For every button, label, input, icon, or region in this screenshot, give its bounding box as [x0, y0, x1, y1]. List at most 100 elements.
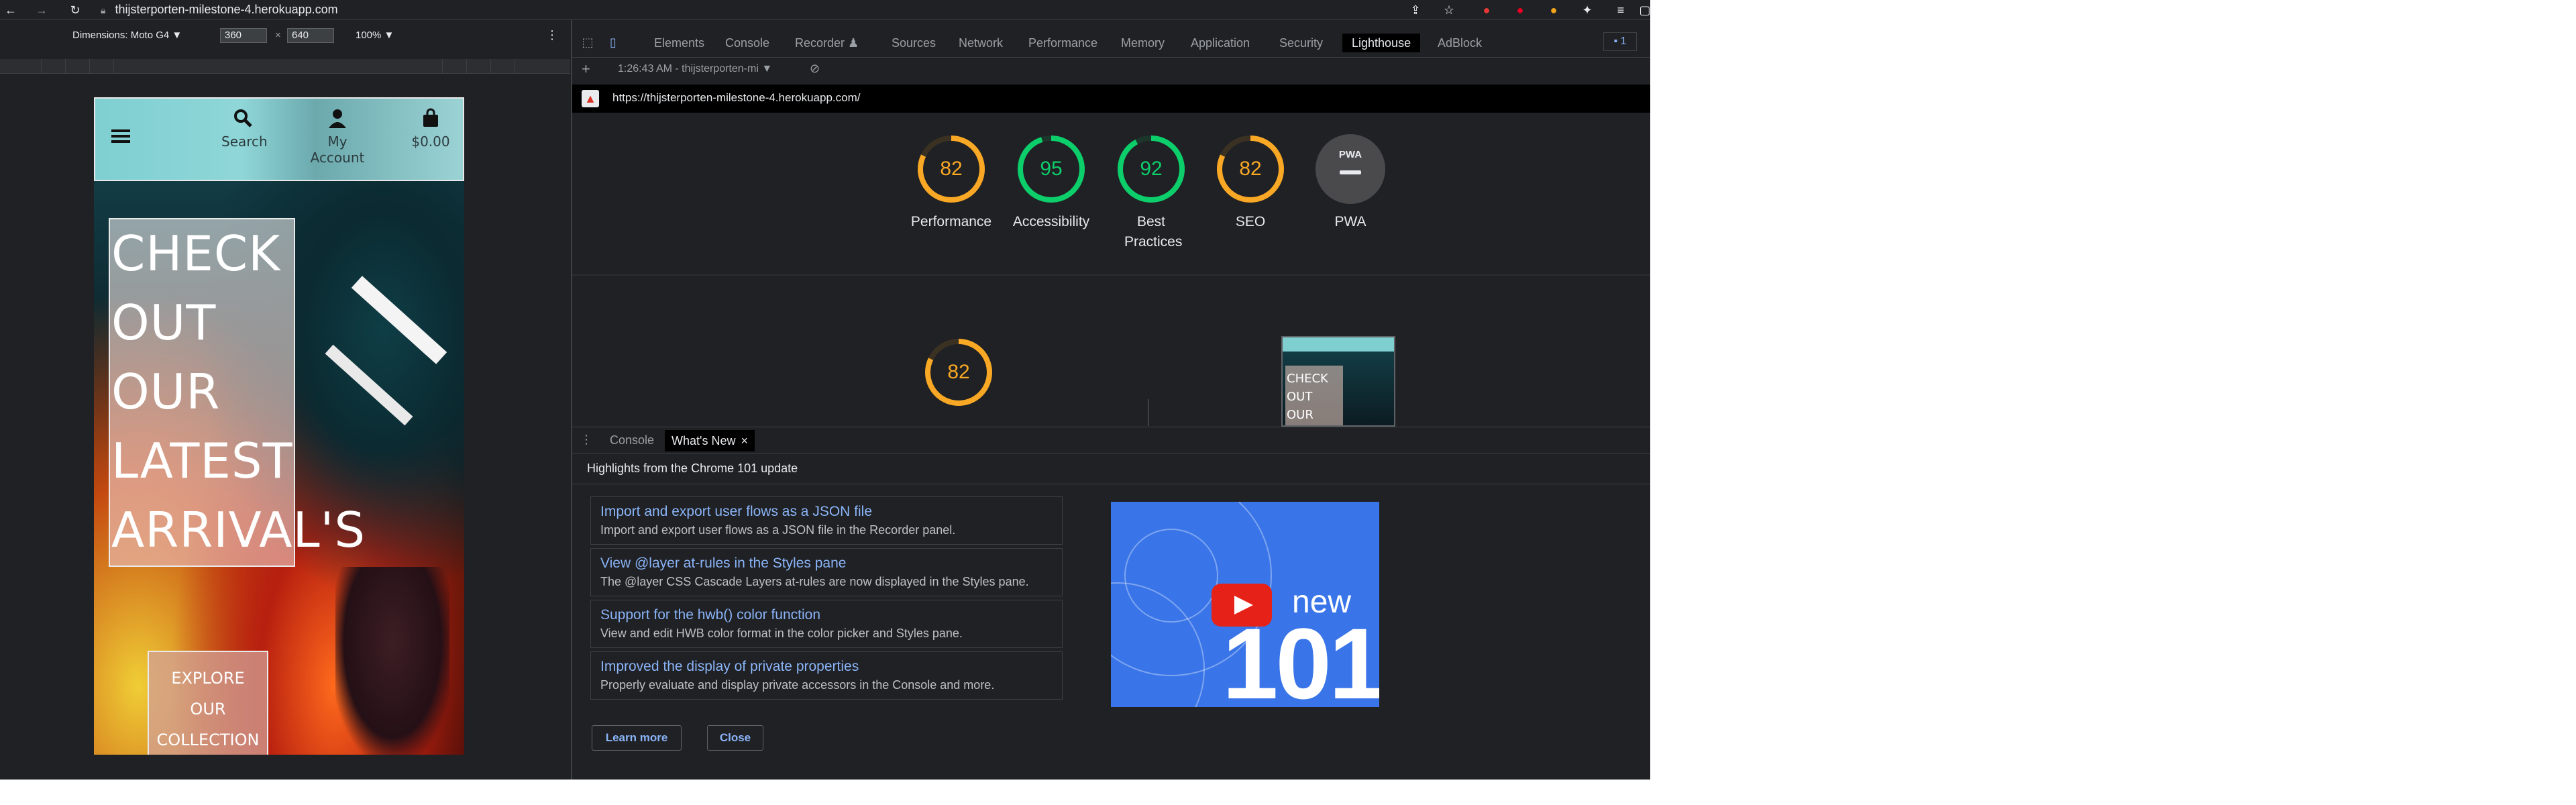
gauge-label: SEO	[1235, 214, 1266, 229]
drawer-tab-console[interactable]: Console	[610, 433, 654, 447]
inspect-element-icon[interactable]: ⬚	[579, 34, 596, 51]
account-link[interactable]: My Account	[301, 108, 374, 166]
chat-icon: ▪	[1613, 36, 1621, 47]
gauge-value: 82	[1239, 158, 1262, 180]
gauge-ring: 95	[1016, 134, 1086, 204]
feature-card[interactable]: Import and export user flows as a JSON f…	[590, 496, 1063, 545]
feature-desc: View and edit HWB color format in the co…	[600, 627, 963, 640]
feature-title[interactable]: Import and export user flows as a JSON f…	[600, 502, 1053, 521]
device-toolbar: Dimensions: Moto G4 ▼ 360 × 640 100% ▼ ⋮	[0, 27, 570, 44]
close-button[interactable]: Close	[707, 725, 763, 751]
feature-title[interactable]: View @layer at-rules in the Styles pane	[600, 554, 1053, 573]
gauge-value: 82	[940, 158, 963, 180]
gauge-seo[interactable]: 82 SEO	[1207, 134, 1294, 232]
whats-new-video[interactable]: new 101	[1111, 502, 1379, 707]
tab-console[interactable]: Console	[725, 34, 769, 52]
new-report-icon[interactable]: +	[582, 60, 590, 78]
hero-line: CHECK	[111, 225, 281, 282]
window-icon[interactable]: ▢	[1637, 2, 1650, 18]
gauge-label: PWA	[1334, 214, 1366, 229]
feature-title[interactable]: Support for the hwb() color function	[600, 606, 1053, 625]
tab-memory[interactable]: Memory	[1121, 34, 1165, 52]
cart-link[interactable]: $0.00	[411, 108, 451, 150]
tab-security[interactable]: Security	[1279, 34, 1323, 52]
puzzle-icon[interactable]: ✦	[1579, 2, 1595, 18]
hero-line: ARRIVAL'S	[111, 502, 366, 558]
device-toggle-icon[interactable]: ▯	[604, 34, 622, 51]
extension-icon[interactable]: ●	[1479, 2, 1495, 18]
close-tab-icon[interactable]: ×	[741, 434, 748, 447]
feature-desc: Properly evaluate and display private ac…	[600, 678, 995, 692]
detail-gauge[interactable]: 82	[924, 337, 994, 407]
gauge-performance[interactable]: 82 Performance	[908, 134, 995, 232]
zoom-select[interactable]: 100% ▼	[356, 30, 394, 41]
back-icon[interactable]: ←	[3, 2, 19, 18]
drawer-tab-whats-new[interactable]: What's New ×	[665, 430, 755, 451]
gauge-label: Accessibility	[1012, 214, 1090, 229]
tab-performance[interactable]: Performance	[1028, 34, 1097, 52]
hero-line: LATEST	[111, 433, 293, 489]
whats-new-heading: Highlights from the Chrome 101 update	[572, 453, 1650, 484]
drawer-menu-icon[interactable]: ⋮	[580, 433, 592, 447]
grammarly-icon[interactable]: ●	[1546, 2, 1562, 18]
gauge-pwa[interactable]: PWA PWA	[1307, 134, 1394, 232]
times-sign: ×	[275, 30, 281, 41]
cta-line: COLLECTION	[156, 731, 260, 749]
feature-card[interactable]: Support for the hwb() color function Vie…	[590, 600, 1063, 648]
feature-card[interactable]: Improved the display of private properti…	[590, 651, 1063, 700]
tab-network[interactable]: Network	[959, 34, 1003, 52]
thumb-line: CHECK	[1287, 372, 1328, 386]
height-input[interactable]: 640	[287, 28, 334, 43]
thumb-line: OUR	[1287, 408, 1313, 422]
pwa-dash	[1340, 170, 1361, 174]
tab-application[interactable]: Application	[1191, 34, 1250, 52]
pinterest-icon[interactable]: ●	[1512, 2, 1528, 18]
feature-title[interactable]: Improved the display of private properti…	[600, 657, 1053, 676]
explore-collection-button[interactable]: EXPLORE OUR COLLECTION	[148, 651, 268, 755]
cart-total: $0.00	[411, 133, 450, 150]
feature-desc: Import and export user flows as a JSON f…	[600, 523, 956, 537]
thumb-text: CHECK OUT OUR	[1287, 370, 1394, 424]
gauge-label: Best Practices	[1124, 214, 1183, 250]
drawer-tabbar: ⋮ Console What's New ×	[572, 427, 1650, 453]
share-icon[interactable]: ⇪	[1407, 2, 1424, 18]
star-icon[interactable]: ☆	[1441, 2, 1457, 18]
report-select[interactable]: 1:26:43 AM - thijsterporten-mi ▼	[618, 63, 772, 75]
clear-reports-icon[interactable]: ⊘	[810, 62, 820, 76]
hero-art-figure	[335, 567, 449, 755]
hamburger-menu-icon[interactable]	[111, 129, 130, 143]
shopping-bag-icon	[419, 108, 442, 131]
gauge-value: 92	[1140, 158, 1163, 180]
performance-detail: 82 CHECK OUT OUR	[572, 276, 1650, 427]
reload-icon[interactable]: ↻	[67, 2, 83, 18]
tab-sources[interactable]: Sources	[892, 34, 936, 52]
detail-gauge-value: 82	[947, 361, 970, 383]
video-version: 101	[1222, 607, 1379, 707]
search-link[interactable]: Search	[221, 108, 268, 150]
report-url[interactable]: https://thijsterporten-milestone-4.herok…	[612, 91, 860, 105]
reading-list-icon[interactable]: ≡	[1613, 2, 1629, 18]
issues-badge[interactable]: ▪ 1	[1603, 32, 1637, 51]
tab-adblock[interactable]: AdBlock	[1438, 34, 1482, 52]
hero-headline: CHECK OUT OUR LATEST ARRIVAL'S	[111, 219, 433, 565]
feature-card[interactable]: View @layer at-rules in the Styles pane …	[590, 548, 1063, 596]
gauge-accessibility[interactable]: 95 Accessibility	[1008, 134, 1095, 232]
browser-toolbar: ← → ↻ 🔒︎ thijsterporten-milestone-4.herok…	[0, 0, 1650, 20]
tab-recorder[interactable]: Recorder ♟	[795, 34, 859, 52]
device-select[interactable]: Dimensions: Moto G4 ▼	[72, 30, 182, 41]
gauge-best-practices[interactable]: 92 Best Practices	[1108, 134, 1195, 252]
forward-icon[interactable]: →	[34, 2, 50, 18]
tab-elements[interactable]: Elements	[654, 34, 704, 52]
lighthouse-toolbar: + 1:26:43 AM - thijsterporten-mi ▼ ⊘	[572, 58, 1650, 82]
pwa-badge-text: PWA	[1338, 149, 1362, 160]
media-query-ruler[interactable]	[0, 59, 570, 74]
learn-more-button[interactable]: Learn more	[592, 725, 682, 751]
cta-line: OUR	[190, 700, 226, 718]
final-screenshot-thumbnail[interactable]: CHECK OUT OUR	[1281, 336, 1395, 427]
width-input[interactable]: 360	[220, 28, 267, 43]
address-bar[interactable]: 🔒︎ thijsterporten-milestone-4.herokuapp.c…	[101, 0, 338, 20]
lock-icon: 🔒︎	[101, 5, 106, 15]
more-options-icon[interactable]: ⋮	[546, 28, 558, 42]
tab-lighthouse[interactable]: Lighthouse	[1342, 34, 1421, 52]
devtools-tabbar: ⬚ ▯ Elements Console Recorder ♟ Sources …	[572, 27, 1650, 58]
